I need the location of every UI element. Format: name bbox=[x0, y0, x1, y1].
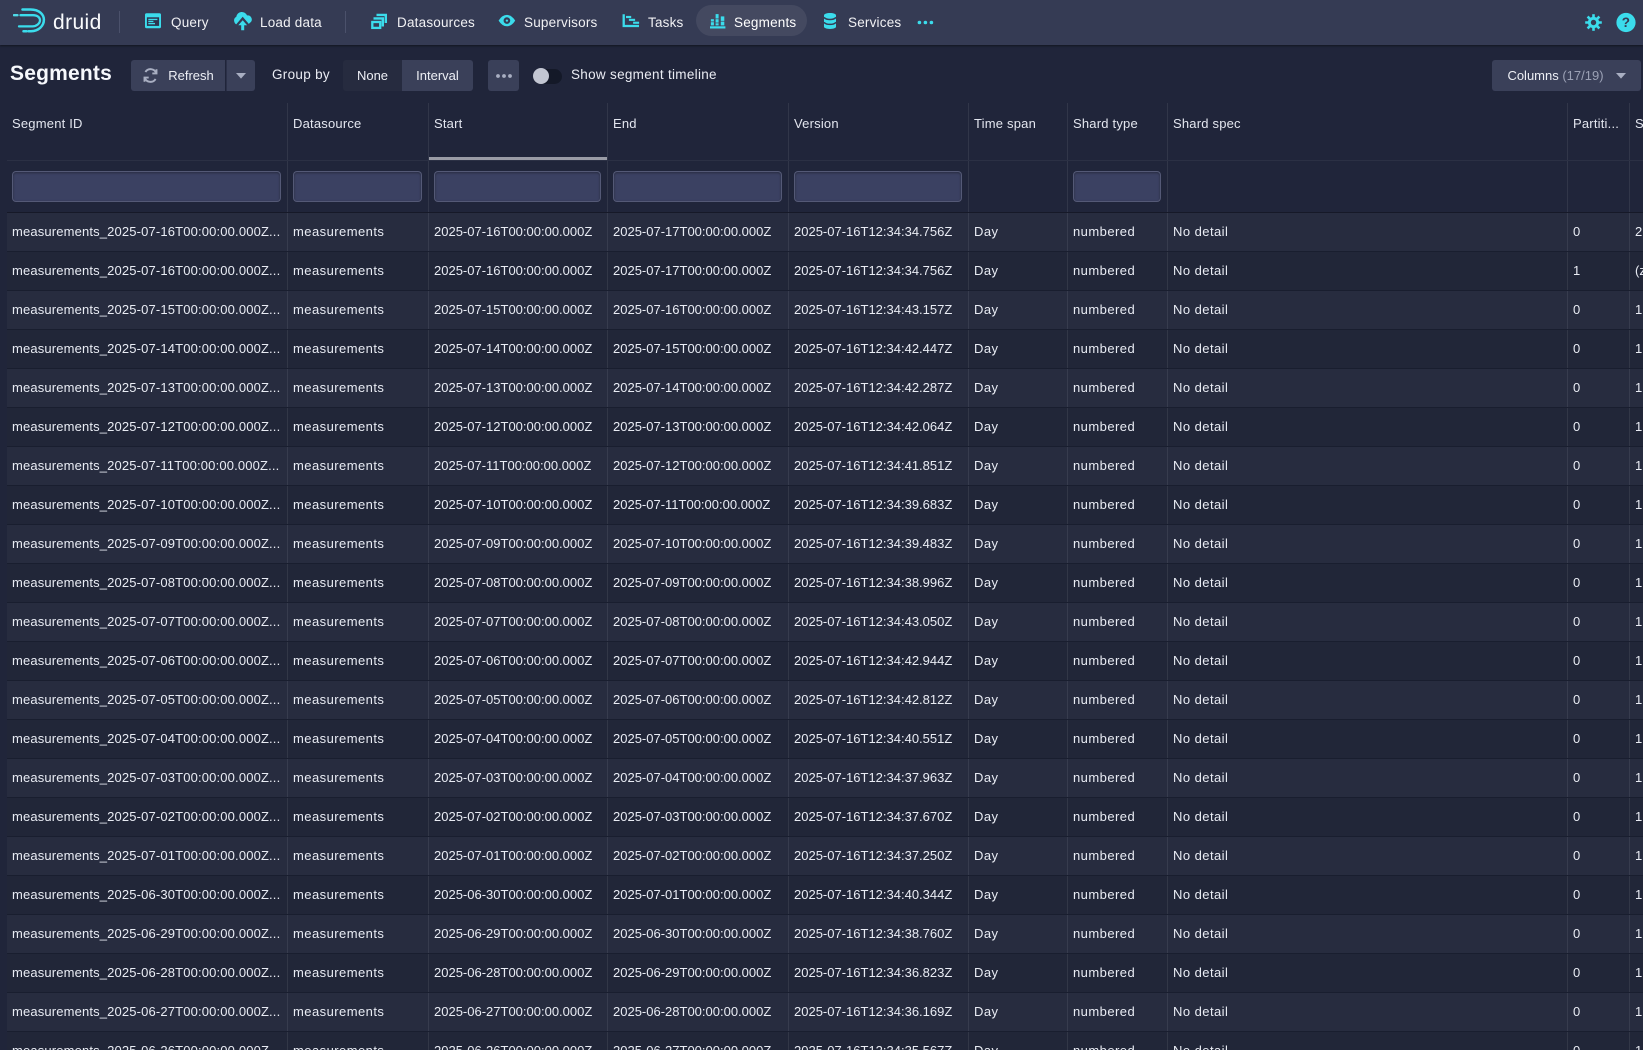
svg-text:?: ? bbox=[1622, 15, 1630, 30]
